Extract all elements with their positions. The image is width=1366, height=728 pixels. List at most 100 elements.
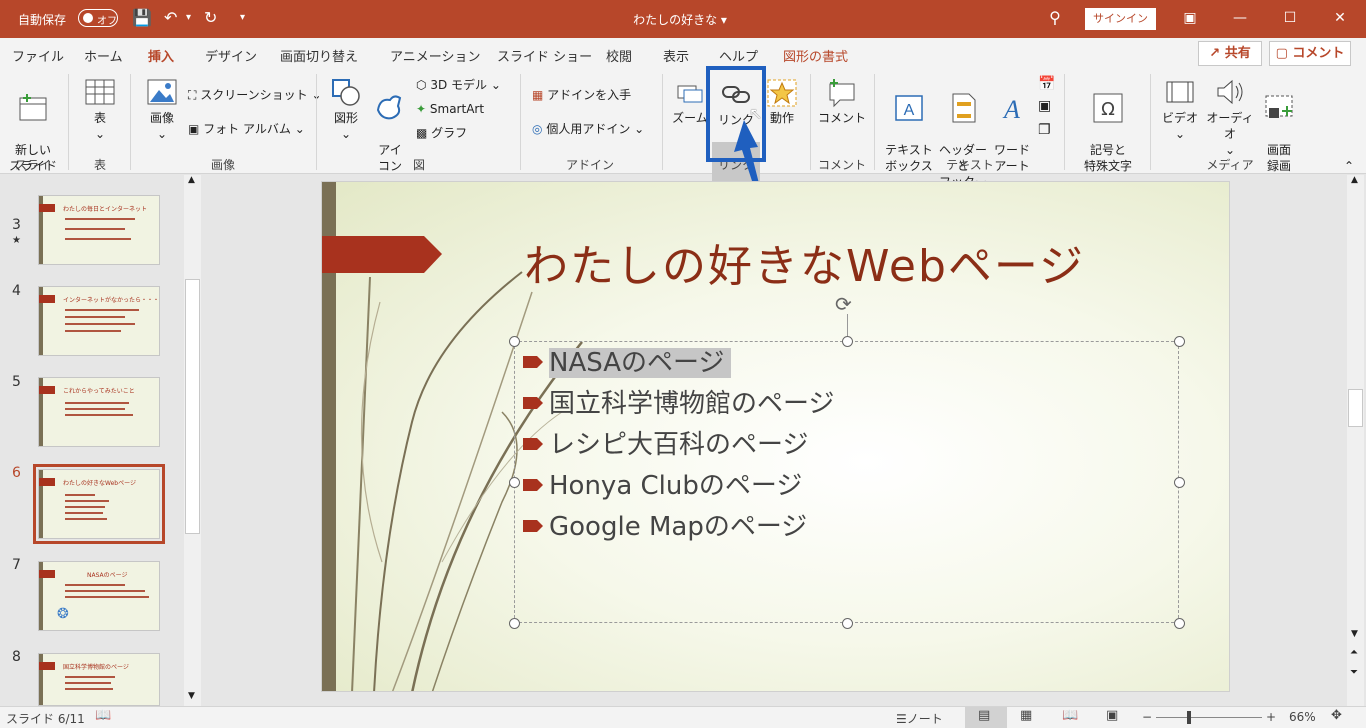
slide-canvas[interactable]: わたしの好きなWebページ ⟳ NASAのページ 国立科学博物館のページ レシピ… — [321, 181, 1230, 692]
resize-handle[interactable] — [509, 477, 520, 488]
tab-review[interactable]: 校閲 — [606, 46, 632, 65]
3d-model-label: 3D モデル — [430, 78, 488, 92]
video-icon — [1166, 81, 1194, 103]
slide-thumbnail-3[interactable]: わたしの毎日とインターネット — [38, 195, 160, 265]
resize-handle[interactable] — [1174, 477, 1185, 488]
resize-handle[interactable] — [509, 618, 520, 629]
slide-title[interactable]: わたしの好きなWebページ — [524, 230, 1085, 294]
zoom-level[interactable]: 66% — [1289, 710, 1316, 724]
my-addins-button[interactable]: ◎ 個人用アドイン ⌄ — [532, 121, 644, 137]
content-textbox[interactable]: NASAのページ 国立科学博物館のページ レシピ大百科のページ Honya Cl… — [509, 336, 1185, 629]
resize-handle[interactable] — [509, 336, 520, 347]
redo-icon[interactable]: ↻ — [204, 8, 217, 28]
minimize-icon[interactable]: — — [1225, 6, 1255, 30]
slide-thumbnail-5[interactable]: これからやってみたいこと — [38, 377, 160, 447]
object-icon[interactable]: ❐ — [1038, 122, 1051, 138]
slide-thumbnail-4[interactable]: インターネットがなかったら・・・ — [38, 286, 160, 356]
slide-scroll-thumb[interactable] — [1348, 389, 1363, 427]
bullet-item[interactable]: レシピ大百科のページ — [523, 424, 808, 461]
3d-model-button[interactable]: ⬡ 3D モデル ⌄ — [416, 77, 501, 93]
zoom-out-icon[interactable]: − — [1142, 710, 1152, 724]
get-addins-button[interactable]: ▦ アドインを入手 — [532, 87, 631, 103]
customize-qat-icon[interactable]: ▾ — [240, 8, 245, 28]
save-icon[interactable]: 💾 — [132, 8, 152, 28]
normal-view-icon[interactable]: ▤ — [978, 708, 990, 723]
notes-button[interactable]: ☰ノート — [896, 710, 943, 727]
close-icon[interactable]: ✕ — [1325, 6, 1355, 30]
zoom-slider-track[interactable] — [1156, 717, 1262, 718]
maximize-icon[interactable]: ☐ — [1275, 6, 1305, 30]
slide-number-icon[interactable]: ▣ — [1038, 98, 1051, 114]
document-title[interactable]: わたしの好きな ▾ — [600, 11, 760, 28]
comments-button[interactable]: ▢ コメント — [1269, 41, 1351, 66]
undo-dropdown-icon[interactable]: ▾ — [186, 8, 191, 28]
scroll-down-icon[interactable]: ▼ — [188, 691, 195, 701]
bullet-text[interactable]: 国立科学博物館のページ — [549, 389, 834, 419]
accessibility-icon[interactable]: 📖 — [95, 708, 111, 723]
resize-handle[interactable] — [842, 618, 853, 629]
tab-animations[interactable]: アニメーション — [390, 46, 480, 65]
rotate-handle-icon[interactable]: ⟳ — [835, 292, 852, 316]
new-comment-button[interactable]: コメント — [818, 76, 866, 126]
bullet-item[interactable]: 国立科学博物館のページ — [523, 383, 834, 420]
next-slide-icon[interactable]: ⏷ — [1350, 667, 1358, 678]
zoom-in-icon[interactable]: + — [1266, 710, 1276, 724]
bullet-text[interactable]: レシピ大百科のページ — [549, 430, 808, 460]
audio-button[interactable]: オーディオ ⌄ — [1202, 76, 1258, 158]
share-button[interactable]: ↗ 共有 — [1198, 41, 1262, 66]
table-button[interactable]: 表 ⌄ — [78, 76, 122, 142]
slide-thumbnail-6[interactable]: わたしの好きなWebページ — [33, 464, 165, 544]
smartart-button[interactable]: ✦ SmartArt — [416, 101, 484, 117]
picture-button[interactable]: 画像 ⌄ — [140, 76, 184, 142]
zoom-slider-thumb[interactable] — [1187, 711, 1191, 724]
slide-thumbnail-8[interactable]: 国立科学博物館のページ — [38, 653, 160, 706]
screenshot-button[interactable]: ⛶ スクリーンショット ⌄ — [188, 87, 322, 103]
collapse-ribbon-icon[interactable]: ⌃ — [1344, 158, 1354, 174]
resize-handle[interactable] — [1174, 618, 1185, 629]
title-flag-shape — [322, 236, 442, 273]
tab-insert[interactable]: 挿入 — [148, 46, 175, 73]
tab-file[interactable]: ファイル — [12, 46, 64, 65]
chart-button[interactable]: ▩ グラフ — [416, 125, 467, 141]
autosave-toggle[interactable]: オフ — [78, 9, 118, 27]
ribbon-tabs: ファイル ホーム 挿入 デザイン 画面切り替え アニメーション スライド ショー… — [0, 38, 1366, 73]
resize-handle[interactable] — [1174, 336, 1185, 347]
slide-scrollbar[interactable]: ▲ ▼ ⏶ ⏷ — [1347, 175, 1364, 706]
tab-slideshow[interactable]: スライド ショー — [497, 46, 592, 65]
resize-handle[interactable] — [842, 336, 853, 347]
search-icon[interactable]: ⚲ — [1040, 6, 1070, 30]
tab-home[interactable]: ホーム — [84, 46, 123, 65]
tab-view[interactable]: 表示 — [663, 46, 689, 65]
scroll-down-icon[interactable]: ▼ — [1351, 629, 1358, 639]
get-addins-label: アドインを入手 — [547, 88, 632, 102]
shapes-button[interactable]: 図形 ⌄ — [326, 76, 366, 142]
slide-thumbnail-7[interactable]: NASAのページ ❂ — [38, 561, 160, 631]
tab-transitions[interactable]: 画面切り替え — [280, 46, 358, 65]
bullet-text[interactable]: Honya Clubのページ — [549, 471, 802, 501]
previous-slide-icon[interactable]: ⏶ — [1350, 647, 1358, 658]
ribbon-display-icon[interactable]: ▣ — [1175, 6, 1205, 30]
zoom-button[interactable]: ズーム — [672, 76, 708, 126]
bullet-item[interactable]: NASAのページ — [523, 342, 731, 379]
slide-sorter-icon[interactable]: ▦ — [1020, 708, 1032, 723]
tab-design[interactable]: デザイン — [205, 46, 257, 65]
photo-album-button[interactable]: ▣ フォト アルバム ⌄ — [188, 121, 305, 137]
fit-to-window-icon[interactable]: ✥ — [1331, 708, 1342, 723]
scroll-up-icon[interactable]: ▲ — [1351, 175, 1358, 185]
signin-button[interactable]: サインイン — [1085, 8, 1156, 30]
bullet-item[interactable]: Google Mapのページ — [523, 506, 807, 543]
scroll-up-icon[interactable]: ▲ — [188, 175, 195, 185]
tab-help[interactable]: ヘルプ — [719, 46, 758, 65]
date-time-icon[interactable]: 📅 — [1038, 76, 1055, 92]
bullet-text-selected[interactable]: NASAのページ — [549, 348, 731, 378]
thumbnails-scroll-thumb[interactable] — [185, 279, 200, 534]
reading-view-icon[interactable]: 📖 — [1062, 708, 1078, 723]
tab-shape-format[interactable]: 図形の書式 — [783, 46, 848, 65]
bullet-text[interactable]: Google Mapのページ — [549, 512, 807, 542]
thumbnails-scrollbar[interactable]: ▲ ▼ — [184, 175, 201, 706]
symbols-button[interactable]: Ω 記号と 特殊文字 — [1072, 76, 1144, 174]
bullet-item[interactable]: Honya Clubのページ — [523, 465, 802, 502]
undo-icon[interactable]: ↶ — [164, 8, 177, 28]
video-button[interactable]: ビデオ ⌄ — [1158, 76, 1202, 142]
slideshow-icon[interactable]: ▣ — [1106, 708, 1118, 723]
